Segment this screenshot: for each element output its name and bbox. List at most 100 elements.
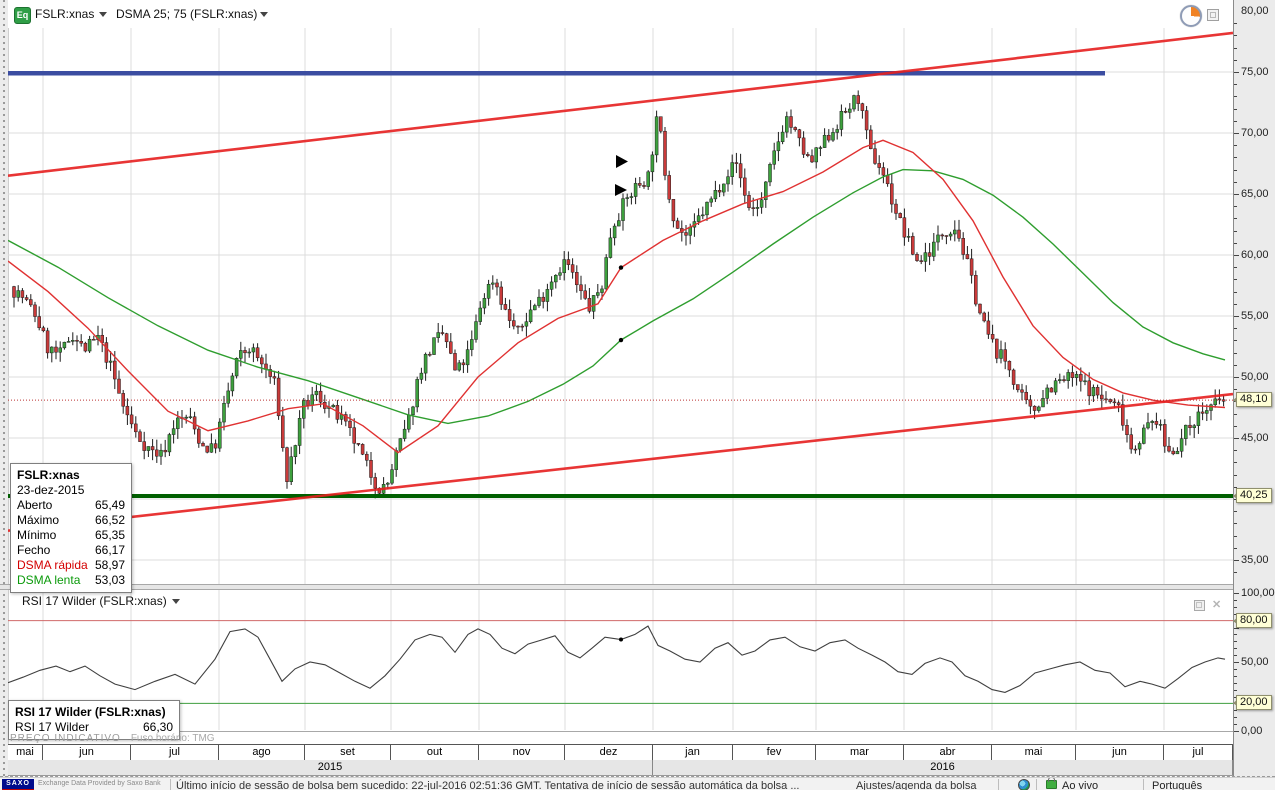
- axis-tick: [1234, 328, 1237, 330]
- tooltip-date: 23-dez-2015: [17, 483, 85, 497]
- time-axis-months: mai jun jul ago set out nov dez jan fev mar abr mai j…: [8, 744, 1233, 761]
- axis-tick: [1234, 724, 1237, 726]
- crosshair-dot-rsi: [619, 637, 623, 642]
- axis-tick: [1234, 230, 1237, 232]
- tooltip-row: Fecho 66,17: [17, 543, 125, 557]
- rsi-tooltip-title: RSI 17 Wilder (FSLR:xnas): [15, 705, 166, 719]
- axis-tick: [1234, 377, 1239, 378]
- axis-tick: [1234, 352, 1237, 354]
- chevron-down-icon[interactable]: [172, 599, 180, 604]
- month-label: jun: [1076, 745, 1164, 760]
- price-tick-label: 35,00: [1241, 554, 1269, 566]
- globe-icon: [1018, 779, 1030, 790]
- price-tick-label: 80,00: [1241, 5, 1269, 17]
- rsi-close-icon[interactable]: ✕: [1212, 598, 1221, 611]
- axis-tick: [1234, 255, 1239, 256]
- time-axis-years: 2015 2016: [8, 760, 1233, 776]
- month-label: fev: [733, 745, 816, 760]
- axis-tick: [1234, 133, 1239, 134]
- month-label: mar: [816, 745, 904, 760]
- axis-tick: [1234, 35, 1237, 37]
- axis-tick: [1234, 655, 1237, 657]
- axis-tick: [1234, 593, 1239, 594]
- axis-tick: [1234, 157, 1237, 159]
- rsi-indicator-chart[interactable]: [8, 588, 1233, 731]
- axis-tick: [1234, 303, 1237, 305]
- axis-tick: [1234, 662, 1239, 663]
- tooltip-row: Mínimo 65,35: [17, 528, 125, 542]
- tooltip-symbol: FSLR:xnas: [17, 468, 80, 482]
- axis-tick: [1234, 599, 1237, 601]
- month-label: jul: [1164, 745, 1233, 760]
- live-status-label[interactable]: Ao vivo: [1062, 779, 1098, 790]
- axis-tick: [1234, 682, 1237, 684]
- axis-tick: [1234, 108, 1237, 110]
- axis-tick: [1234, 169, 1237, 171]
- crosshair-dot-slow: [618, 337, 624, 343]
- candle-series: [12, 90, 1226, 499]
- rsi-restore-icon[interactable]: [1194, 600, 1205, 611]
- language-selector[interactable]: Português: [1152, 779, 1202, 790]
- month-label: mai: [8, 745, 43, 760]
- axis-tick: [1234, 462, 1237, 464]
- price-tick-label: 60,00: [1241, 249, 1269, 261]
- axis-tick: [1234, 96, 1237, 98]
- upper-trendline: [8, 31, 1233, 177]
- separator: [1143, 779, 1144, 790]
- ohlc-tooltip: FSLR:xnas 23-dez-2015 Aberto 65,49 Máximo 6…: [10, 463, 132, 593]
- timezone-label: Fuso horário: TMG: [130, 733, 215, 744]
- axis-tick: [1234, 206, 1237, 208]
- axis-tick: [1234, 242, 1237, 244]
- data-provider-label: Exchange Data Provided by Saxo Bank: [38, 780, 161, 787]
- price-flag-label: 40,25: [1233, 487, 1272, 503]
- rsi-bottom-border: [8, 731, 1233, 732]
- exchange-settings-link[interactable]: Ajustes/agenda da bolsa: [856, 779, 976, 790]
- axis-tick: [1234, 218, 1237, 220]
- axis-tick: [1234, 474, 1237, 476]
- axis-tick: [1234, 641, 1237, 643]
- axis-tick: [1234, 689, 1237, 691]
- month-label: jan: [653, 745, 733, 760]
- axis-tick: [1234, 675, 1237, 677]
- indicative-price-note: PREÇO INDICATIVO Fuso horário: TMG: [10, 733, 215, 744]
- axis-tick: [1234, 413, 1237, 415]
- axis-tick: [1234, 606, 1237, 608]
- tooltip-row: Aberto 65,49: [17, 498, 125, 512]
- axis-tick: [1234, 547, 1237, 549]
- price-tick-label: 50,00: [1241, 371, 1269, 383]
- main-price-chart[interactable]: [8, 0, 1233, 585]
- axis-tick: [1234, 23, 1237, 25]
- axis-tick: [1234, 316, 1239, 317]
- price-tick-label: 55,00: [1241, 310, 1269, 322]
- month-label: mai: [992, 745, 1076, 760]
- price-tick-label: 70,00: [1241, 127, 1269, 139]
- axis-tick: [1234, 560, 1239, 561]
- separator: [1036, 779, 1037, 790]
- axis-tick: [1234, 145, 1237, 147]
- axis-tick: [1234, 47, 1237, 49]
- session-status-message: Último início de sessão de bolsa bem suc…: [176, 780, 800, 790]
- axis-tick: [1234, 279, 1237, 281]
- rsi-tick-label: 0,00: [1241, 725, 1263, 737]
- rsi-indicator-label[interactable]: RSI 17 Wilder (FSLR:xnas): [22, 594, 167, 608]
- dsma-slow-line: [8, 168, 1226, 425]
- axis-tick: [1234, 364, 1237, 366]
- axis-tick: [1234, 340, 1237, 342]
- axis-tick: [1234, 535, 1237, 537]
- axis-tick: [1234, 120, 1237, 122]
- separator: [998, 779, 999, 790]
- axis-tick: [1234, 572, 1237, 574]
- month-label: jun: [43, 745, 131, 760]
- month-label: set: [305, 745, 391, 760]
- price-flag-label: 48,10: [1233, 392, 1272, 408]
- month-label: dez: [565, 745, 653, 760]
- price-tick-label: 65,00: [1241, 188, 1269, 200]
- tooltip-row: DSMA rápida 58,97: [17, 558, 125, 572]
- axis-tick: [1234, 668, 1237, 670]
- axis-tick: [1234, 59, 1237, 61]
- axis-tick: [1234, 291, 1237, 293]
- axis-tick: [1234, 84, 1237, 86]
- axis-tick: [1234, 194, 1239, 195]
- axis-tick: [1234, 72, 1239, 73]
- lock-icon: [1046, 778, 1057, 789]
